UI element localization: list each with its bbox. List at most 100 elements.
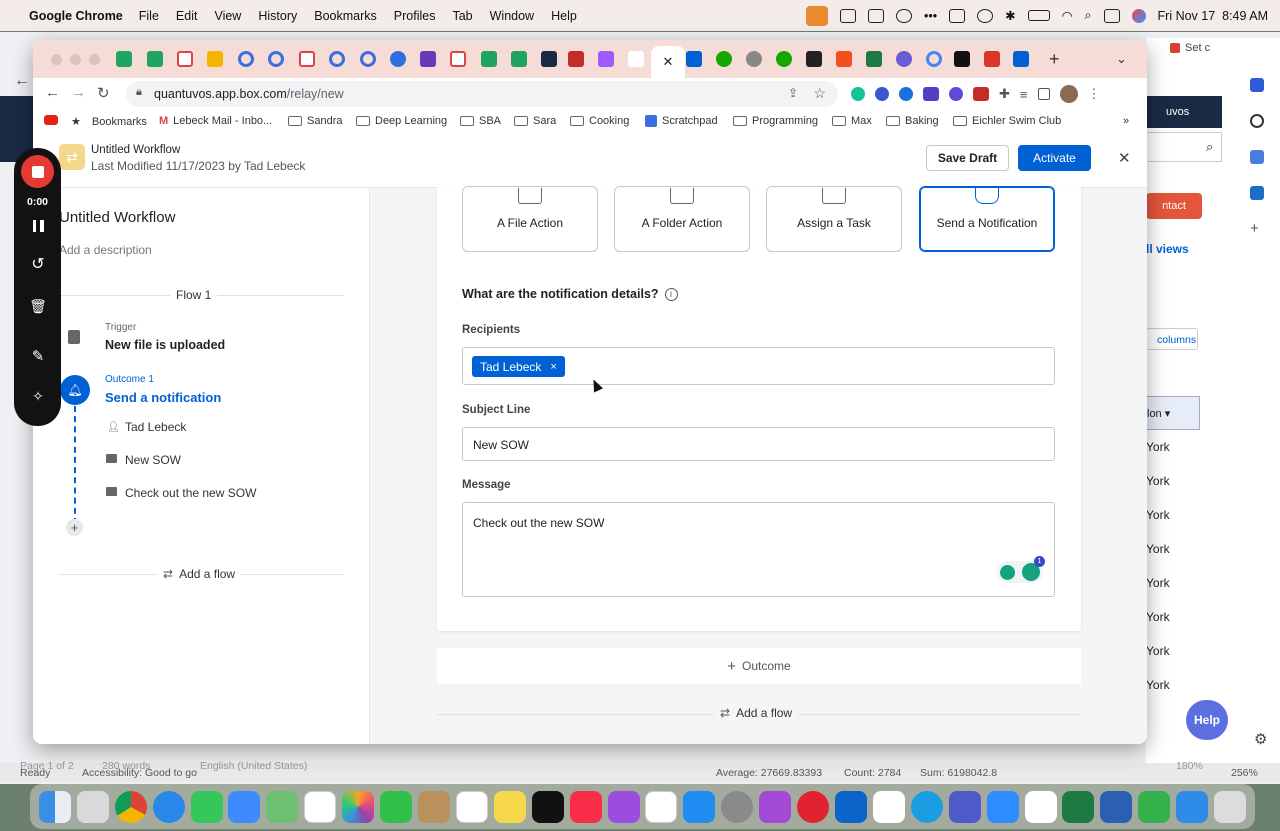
play-status-icon[interactable] bbox=[977, 8, 994, 23]
finder-icon[interactable] bbox=[38, 790, 71, 823]
asana-icon[interactable] bbox=[1024, 790, 1057, 823]
control-center-icon[interactable] bbox=[1103, 8, 1120, 23]
description-placeholder[interactable]: Add a description bbox=[59, 243, 152, 257]
bookmark-folder[interactable]: Sandra bbox=[288, 115, 342, 127]
messages-icon[interactable] bbox=[190, 790, 223, 823]
add-outcome-button[interactable]: + Outcome bbox=[437, 648, 1081, 684]
outlook-icon[interactable] bbox=[834, 790, 867, 823]
profile-avatar[interactable] bbox=[1059, 85, 1078, 103]
trigger-value[interactable]: New file is uploaded bbox=[105, 338, 225, 352]
remove-chip-icon[interactable]: × bbox=[550, 361, 556, 373]
magic-wand-icon[interactable]: ✧ bbox=[29, 387, 47, 405]
zoom-icon[interactable] bbox=[986, 790, 1019, 823]
bookmark-folder[interactable]: Programming bbox=[733, 115, 818, 127]
tab-circle[interactable] bbox=[268, 51, 284, 67]
tab-wix[interactable] bbox=[628, 51, 644, 67]
podcasts-icon[interactable] bbox=[607, 790, 640, 823]
app-name[interactable]: Google Chrome bbox=[29, 9, 123, 23]
search-icon[interactable]: ⌕ bbox=[1085, 8, 1092, 23]
subject-input[interactable]: New SOW bbox=[462, 427, 1055, 461]
tab-slides[interactable] bbox=[207, 51, 223, 67]
bookmark-folder[interactable]: Cooking bbox=[570, 115, 629, 127]
back-icon[interactable]: ← bbox=[45, 84, 60, 101]
close-icon[interactable]: ✕ bbox=[1118, 149, 1131, 167]
side-panel-icon[interactable] bbox=[1037, 88, 1050, 100]
tab-excel[interactable] bbox=[866, 51, 882, 67]
bookmark-star-icon[interactable]: ☆ bbox=[813, 85, 826, 102]
reading-list-icon[interactable]: ≡ bbox=[1020, 87, 1028, 102]
tv-icon[interactable] bbox=[531, 790, 564, 823]
slack-icon[interactable] bbox=[872, 790, 905, 823]
launchpad-icon[interactable] bbox=[76, 790, 109, 823]
bookmark-folder[interactable]: Deep Learning bbox=[356, 115, 447, 127]
tab-sheets[interactable] bbox=[147, 51, 163, 67]
grammarly-widget[interactable]: 1 bbox=[997, 556, 1045, 583]
minimize-window-dot[interactable] bbox=[70, 54, 81, 65]
bookmark-folder[interactable]: Eichler Swim Club bbox=[953, 115, 1061, 127]
tab-dark[interactable] bbox=[541, 51, 557, 67]
tab-gmail[interactable] bbox=[177, 51, 193, 67]
app-store-icon[interactable] bbox=[683, 790, 716, 823]
tab-circle[interactable] bbox=[329, 51, 345, 67]
menu-window[interactable]: Window bbox=[490, 9, 534, 23]
grammarly-status-icon[interactable] bbox=[895, 8, 912, 23]
tab-figma[interactable] bbox=[598, 51, 614, 67]
bookmarks-overflow[interactable]: » bbox=[1123, 115, 1129, 127]
info-icon[interactable]: i bbox=[664, 287, 678, 301]
ext-icon[interactable] bbox=[949, 87, 963, 101]
ext-icon[interactable] bbox=[973, 87, 989, 101]
settings-icon[interactable]: ⚙ bbox=[1254, 730, 1267, 748]
tab-star[interactable] bbox=[896, 51, 912, 67]
bookmark-folder[interactable]: SBA bbox=[460, 115, 501, 127]
teams-icon[interactable] bbox=[948, 790, 981, 823]
trash-icon[interactable]: 🗑︎ bbox=[29, 297, 47, 315]
menu-history[interactable]: History bbox=[258, 9, 297, 23]
battery-icon[interactable] bbox=[1027, 10, 1050, 21]
facetime-icon[interactable] bbox=[380, 790, 413, 823]
microphone-icon[interactable] bbox=[805, 5, 828, 26]
stop-record-button[interactable] bbox=[21, 155, 54, 188]
music-icon[interactable] bbox=[569, 790, 602, 823]
safari-icon[interactable] bbox=[152, 790, 185, 823]
record-app-icon[interactable] bbox=[797, 790, 830, 823]
tab-sheets[interactable] bbox=[511, 51, 527, 67]
tab-active[interactable]: ✕ bbox=[651, 46, 685, 78]
tab-sheets[interactable] bbox=[116, 51, 132, 67]
news-icon[interactable] bbox=[645, 790, 678, 823]
chrome-menu-icon[interactable]: ⋮ bbox=[1088, 86, 1101, 102]
bookmark-folder[interactable]: Baking bbox=[886, 115, 939, 127]
youtube-bookmark[interactable] bbox=[44, 115, 58, 125]
new-tab-button[interactable]: + bbox=[1049, 49, 1060, 70]
share-icon[interactable]: ⇪ bbox=[788, 86, 798, 100]
close-window-dot[interactable] bbox=[51, 54, 62, 65]
trash-icon[interactable] bbox=[1214, 790, 1247, 823]
tab-figma[interactable] bbox=[836, 51, 852, 67]
tab-gmail[interactable] bbox=[299, 51, 315, 67]
tab-upwork[interactable] bbox=[716, 51, 732, 67]
restart-icon[interactable]: ↺ bbox=[29, 256, 47, 274]
siri-icon[interactable] bbox=[1131, 8, 1146, 23]
pause-icon[interactable] bbox=[29, 220, 47, 238]
add-outcome-plus-icon[interactable]: + bbox=[66, 519, 83, 536]
bookmark-item[interactable]: ★ Bookmarks bbox=[71, 115, 147, 129]
tab-globe[interactable] bbox=[746, 51, 762, 67]
reminders-icon[interactable] bbox=[455, 790, 488, 823]
keynote-icon[interactable] bbox=[1176, 790, 1209, 823]
tab-google[interactable] bbox=[926, 51, 942, 67]
feedback-icon[interactable] bbox=[759, 790, 792, 823]
chrome-icon[interactable] bbox=[114, 790, 147, 823]
maps-icon[interactable] bbox=[266, 790, 299, 823]
sidebar-workflow-title[interactable]: Untitled Workflow bbox=[59, 209, 175, 226]
tab-box[interactable] bbox=[686, 51, 702, 67]
wifi-icon[interactable]: ◠ bbox=[1062, 8, 1073, 23]
excel-icon[interactable] bbox=[1062, 790, 1095, 823]
address-bar[interactable]: 🔒︎ quantuvos.app.box.com/relay/new ⇪ ☆ bbox=[126, 81, 838, 107]
lock-icon[interactable]: 🔒︎ bbox=[136, 86, 142, 99]
bluetooth-icon[interactable]: ✱ bbox=[1005, 8, 1015, 23]
recipients-field[interactable]: Tad Lebeck × bbox=[462, 347, 1055, 385]
bookmark-folder[interactable]: Max bbox=[832, 115, 872, 127]
ext-icon[interactable] bbox=[923, 87, 939, 101]
tab-circle[interactable] bbox=[238, 51, 254, 67]
tab-forms[interactable] bbox=[420, 51, 436, 67]
grammarly-ext-icon[interactable] bbox=[851, 87, 865, 101]
